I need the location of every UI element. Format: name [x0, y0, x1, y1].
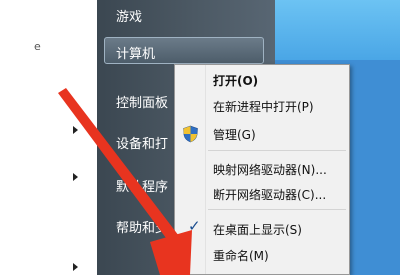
menu-item-rename[interactable]: 重命名(M): [213, 247, 269, 264]
context-menu-gutter: [175, 65, 206, 274]
checkmark-icon: ✓: [188, 217, 201, 235]
menu-separator: [208, 209, 346, 210]
menu-separator: [208, 150, 346, 151]
shield-icon: [183, 125, 198, 143]
submenu-arrow-icon: [73, 263, 78, 271]
menu-item-disconnect-drive[interactable]: 断开网络驱动器(C)...: [213, 186, 326, 203]
start-item-help[interactable]: 帮助和支: [116, 217, 168, 236]
context-menu: 打开(O) 在新进程中打开(P) 管理(G) 映射网络驱动器(N)... 断开网…: [174, 64, 350, 275]
left-glyph: e: [34, 40, 41, 53]
menu-item-manage[interactable]: 管理(G): [213, 126, 256, 143]
submenu-arrow-icon: [73, 173, 78, 181]
desktop-sky: [275, 0, 400, 60]
start-item-default-programs[interactable]: 默认程序: [116, 176, 168, 195]
menu-item-open[interactable]: 打开(O): [213, 72, 258, 89]
submenu-arrow-icon: [73, 126, 78, 134]
menu-item-show-on-desktop[interactable]: 在桌面上显示(S): [213, 221, 302, 238]
start-item-computer[interactable]: 计算机: [116, 43, 155, 62]
start-item-devices[interactable]: 设备和打: [116, 133, 168, 152]
start-item-games[interactable]: 游戏: [116, 6, 142, 25]
background-left: [0, 0, 97, 275]
menu-item-map-drive[interactable]: 映射网络驱动器(N)...: [213, 161, 327, 178]
menu-item-open-new-process[interactable]: 在新进程中打开(P): [213, 98, 314, 115]
start-item-control-panel[interactable]: 控制面板: [116, 92, 168, 111]
